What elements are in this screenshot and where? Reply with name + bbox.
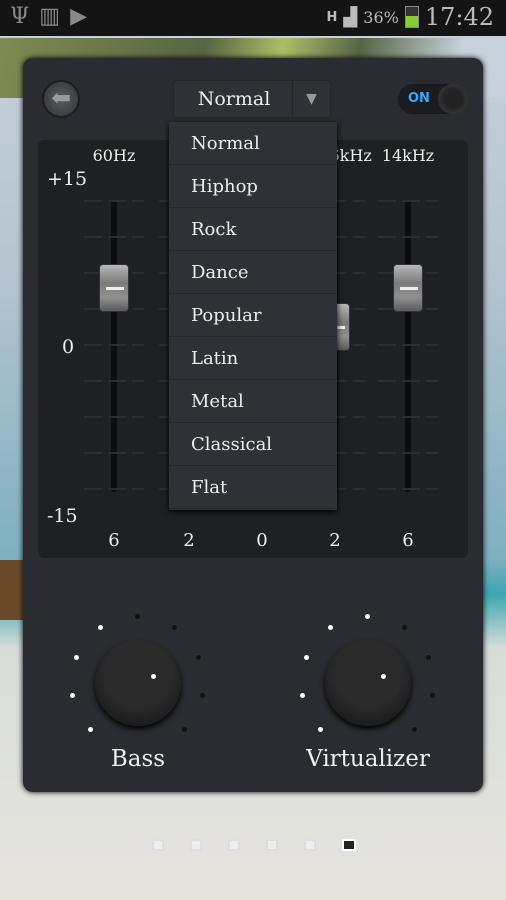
- level-dot: [74, 654, 80, 660]
- eq-band: 60Hz 6: [84, 140, 144, 558]
- scale-tick: [378, 452, 438, 454]
- menu-item[interactable]: Flat: [169, 466, 337, 509]
- scale-tick: [84, 236, 144, 238]
- level-dot: [365, 614, 370, 619]
- band-value: 2: [183, 530, 195, 551]
- level-dot: [171, 625, 177, 631]
- virtualizer-dial[interactable]: [293, 608, 443, 758]
- level-dot: [401, 625, 407, 631]
- scale-tick: [84, 344, 144, 346]
- eq-band: 14kHz 6: [378, 140, 438, 558]
- scale-tick: [378, 380, 438, 382]
- scale-tick: [84, 488, 144, 490]
- scale-tick: [378, 344, 438, 346]
- bass-knob[interactable]: [95, 640, 181, 726]
- level-dot: [425, 654, 431, 660]
- level-dot: [429, 692, 435, 698]
- scale-tick: [378, 200, 438, 202]
- slider-thumb[interactable]: [99, 263, 129, 312]
- level-dot: [88, 726, 94, 732]
- page-dot[interactable]: [152, 839, 164, 851]
- scale-tick: [84, 452, 144, 454]
- preset-selected: Normal: [197, 88, 271, 110]
- signal-icon: ▟: [343, 6, 358, 28]
- level-dot: [135, 614, 140, 619]
- knob-indicator: [151, 674, 156, 679]
- clock: 17:42: [424, 3, 494, 31]
- bass-label: Bass: [110, 746, 166, 772]
- battery-percent: 36%: [363, 7, 399, 27]
- page-dot[interactable]: [228, 839, 240, 851]
- slider-track[interactable]: [405, 200, 411, 492]
- menu-item[interactable]: Classical: [169, 423, 337, 466]
- level-dot: [181, 726, 187, 732]
- slider-thumb[interactable]: [393, 263, 423, 312]
- slider-track[interactable]: [111, 200, 117, 492]
- battery-icon: [404, 6, 419, 28]
- menu-item[interactable]: Rock: [169, 208, 337, 251]
- level-dot: [328, 625, 334, 631]
- level-dot: [199, 692, 205, 698]
- toggle-label: ON: [408, 91, 430, 106]
- status-bar: Ψ ▥ ▶ H ▟ 36% 17:42: [0, 0, 506, 36]
- level-dot: [195, 654, 201, 660]
- scale-tick: [84, 380, 144, 382]
- menu-item[interactable]: Popular: [169, 294, 337, 337]
- page-dot[interactable]: [266, 839, 278, 851]
- level-dot: [300, 692, 306, 698]
- scale-tick: [378, 488, 438, 490]
- menu-item[interactable]: Latin: [169, 337, 337, 380]
- scale-max: +15: [47, 168, 88, 190]
- scale-tick: [378, 416, 438, 418]
- band-value: 6: [402, 530, 414, 551]
- usb-icon: Ψ: [10, 4, 30, 29]
- bass-dial[interactable]: [63, 608, 213, 758]
- level-dot: [318, 726, 324, 732]
- network-type: H: [326, 9, 338, 25]
- preset-menu: Normal Hiphop Rock Dance Popular Latin Metal Cl…: [169, 122, 337, 510]
- band-value: 2: [329, 530, 341, 551]
- toggle-knob: [438, 84, 468, 114]
- scale-tick: [84, 416, 144, 418]
- level-dot: [70, 692, 76, 698]
- level-dot: [98, 625, 104, 631]
- scale-tick: [378, 236, 438, 238]
- play-icon: ▶: [70, 4, 88, 29]
- page-indicator: [152, 839, 356, 851]
- level-dot: [411, 726, 417, 732]
- band-value: 0: [256, 530, 268, 551]
- menu-item[interactable]: Normal: [169, 122, 337, 165]
- preset-dropdown[interactable]: Normal ▼: [173, 80, 331, 118]
- arrow-left-icon: ⬅: [50, 84, 72, 112]
- scale-zero: 0: [62, 336, 75, 358]
- back-button[interactable]: ⬅: [42, 80, 80, 118]
- scale-tick: [84, 200, 144, 202]
- scale-min: -15: [47, 505, 78, 527]
- menu-item[interactable]: Hiphop: [169, 165, 337, 208]
- menu-item[interactable]: Metal: [169, 380, 337, 423]
- power-toggle[interactable]: ON: [398, 84, 468, 114]
- page-dot[interactable]: [342, 839, 356, 851]
- band-frequency: 60Hz: [92, 146, 136, 165]
- knob-indicator: [381, 674, 386, 679]
- band-value: 6: [108, 530, 120, 551]
- band-frequency: 14kHz: [381, 146, 435, 165]
- page-dot[interactable]: [190, 839, 202, 851]
- menu-item[interactable]: Dance: [169, 251, 337, 294]
- virtualizer-label: Virtualizer: [306, 746, 430, 772]
- level-dot: [304, 654, 310, 660]
- equalizer-notification-icon: ▥: [39, 4, 61, 29]
- virtualizer-knob[interactable]: [325, 640, 411, 726]
- chevron-down-icon: ▼: [292, 81, 330, 117]
- page-dot[interactable]: [304, 839, 316, 851]
